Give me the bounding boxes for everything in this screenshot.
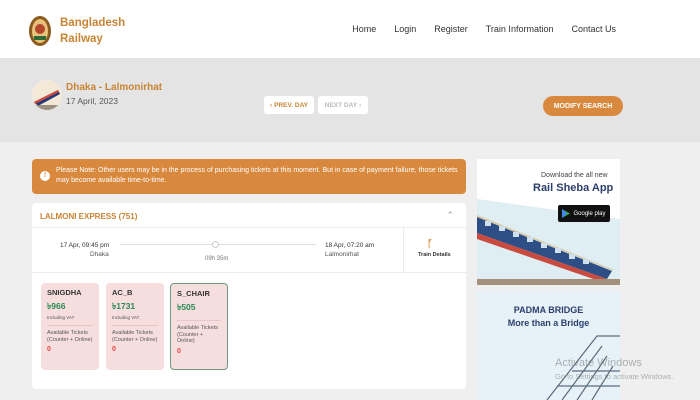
railway-logo-icon bbox=[29, 16, 51, 46]
main-nav: Home Login Register Train Information Co… bbox=[352, 24, 616, 34]
brand-line-1: Bangladesh bbox=[60, 17, 126, 29]
arrival-time: 18 Apr, 07:20 am bbox=[325, 242, 375, 249]
seat-availability-label: Available Tickets (Counter + Online) bbox=[47, 330, 93, 343]
train-details-link[interactable]: Train Details bbox=[418, 252, 451, 258]
google-play-icon bbox=[562, 209, 571, 218]
prev-day-button[interactable]: ‹ PREV. DAY bbox=[264, 96, 314, 114]
arrival-station: Lalmonirhat bbox=[325, 251, 359, 258]
seat-divider bbox=[177, 320, 221, 321]
seat-fare: ৳966 bbox=[47, 301, 66, 311]
ad-app-name: Rail Sheba App bbox=[533, 182, 614, 194]
seat-class-card-snigdha[interactable]: SNIGDHA ৳966 Including VAT Available Tic… bbox=[41, 283, 99, 370]
rail-sheba-app-ad[interactable]: Download the all new Rail Sheba App Goog… bbox=[477, 159, 620, 285]
train-card: LALMONI EXPRESS (751) ⌃ 17 Apr, 09:45 pm… bbox=[32, 203, 466, 389]
site-header: Bangladesh Railway Home Login Register T… bbox=[0, 0, 700, 58]
seat-availability-label: Available Tickets (Counter + Online) bbox=[177, 325, 218, 344]
purchase-notice: ! Please Note: Other users may be in the… bbox=[32, 159, 466, 194]
info-icon: ! bbox=[40, 171, 50, 181]
route-train-avatar bbox=[32, 80, 62, 110]
prev-day-label: PREV. DAY bbox=[274, 101, 308, 109]
chevron-up-icon[interactable]: ⌃ bbox=[446, 210, 454, 221]
chevron-right-icon: › bbox=[359, 101, 362, 109]
seat-class-name: S_CHAIR bbox=[177, 289, 210, 298]
journey-summary: Dhaka - Lalmonirhat 17 April, 2023 ‹ PRE… bbox=[0, 58, 700, 142]
seat-fare: ৳1731 bbox=[112, 301, 136, 311]
train-name: LALMONI EXPRESS (751) bbox=[40, 212, 138, 221]
chevron-left-icon: ‹ bbox=[269, 101, 273, 109]
nav-register[interactable]: Register bbox=[434, 24, 468, 34]
nav-login[interactable]: Login bbox=[394, 24, 416, 34]
journey-date: 17 April, 2023 bbox=[66, 96, 118, 106]
route-title: Dhaka - Lalmonirhat bbox=[66, 82, 163, 93]
seat-class-card-ac-b[interactable]: AC_B ৳1731 Including VAT Available Ticke… bbox=[106, 283, 164, 370]
notice-text: Please Note: Other users may be in the p… bbox=[56, 167, 458, 184]
seat-vat-note: Including VAT bbox=[47, 315, 75, 320]
departure-station: Dhaka bbox=[90, 251, 109, 258]
nav-train-information[interactable]: Train Information bbox=[486, 24, 554, 34]
departure-time: 17 Apr, 09:45 pm bbox=[60, 242, 110, 249]
seat-fare: ৳505 bbox=[177, 302, 196, 312]
brand-home-link[interactable]: Bangladesh Railway bbox=[28, 14, 125, 48]
next-day-button[interactable]: NEXT DAY › bbox=[318, 96, 368, 114]
watermark-line-2: Go to Settings to activate Windows. bbox=[555, 372, 674, 381]
modify-search-button[interactable]: MODIFY SEARCH bbox=[543, 96, 623, 116]
seat-available-count: 0 bbox=[112, 346, 116, 353]
seat-availability-label: Available Tickets (Counter + Online) bbox=[112, 330, 158, 343]
seat-class-card-s-chair[interactable]: S_CHAIR ৳505 Available Tickets (Counter … bbox=[170, 283, 228, 370]
seat-vat-note: Including VAT bbox=[112, 315, 140, 320]
brand-line-2: Railway bbox=[60, 33, 103, 45]
seat-available-count: 0 bbox=[47, 346, 51, 353]
journey-track-dot bbox=[212, 241, 219, 248]
watermark-line-1: Activate Windows bbox=[555, 357, 642, 369]
card-divider bbox=[32, 227, 466, 228]
nav-home[interactable]: Home bbox=[352, 24, 376, 34]
journey-duration: 09h 35m bbox=[205, 256, 229, 262]
google-play-label: Google play bbox=[573, 210, 606, 217]
ad-download-text: Download the all new bbox=[541, 172, 608, 179]
train-thumbnail-icon bbox=[32, 80, 62, 110]
train-details-icon[interactable]: ᚪ bbox=[427, 239, 433, 250]
day-navigation: ‹ PREV. DAY NEXT DAY › bbox=[264, 96, 368, 114]
nav-contact-us[interactable]: Contact Us bbox=[571, 24, 616, 34]
seat-available-count: 0 bbox=[177, 347, 181, 355]
next-day-label: NEXT DAY bbox=[324, 101, 358, 109]
details-separator bbox=[403, 228, 404, 272]
google-play-badge[interactable]: Google play bbox=[558, 205, 610, 222]
seat-class-name: AC_B bbox=[112, 288, 133, 297]
seat-divider bbox=[112, 325, 158, 326]
windows-activation-watermark: Activate Windows Go to Settings to activ… bbox=[555, 356, 673, 384]
seat-class-name: SNIGDHA bbox=[47, 288, 82, 297]
seat-divider bbox=[47, 325, 93, 326]
card-divider bbox=[32, 272, 466, 273]
brand-name: Bangladesh Railway bbox=[60, 15, 125, 47]
